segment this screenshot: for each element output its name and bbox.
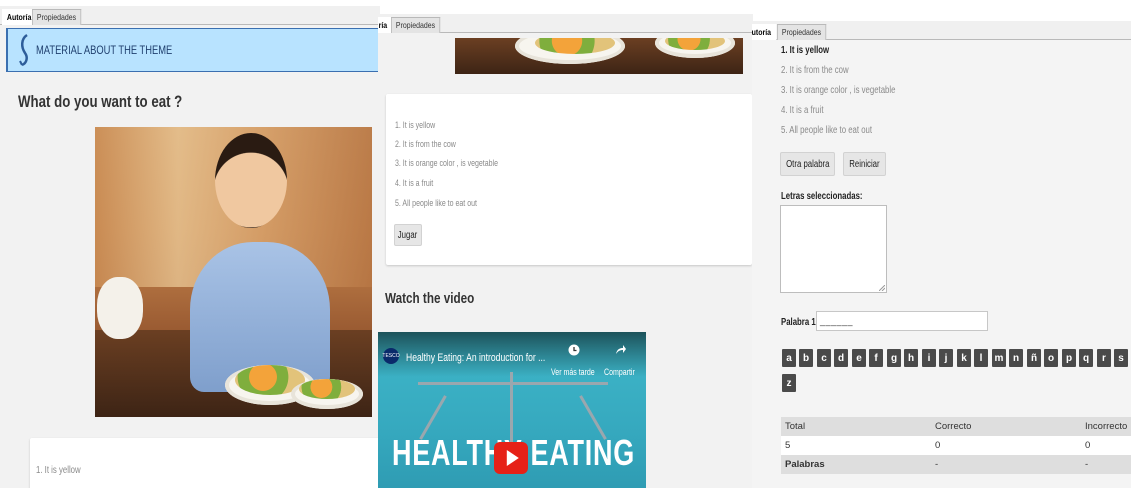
watch-later-label[interactable]: Ver más tarde (551, 367, 595, 377)
letter-button-n[interactable]: n (1009, 349, 1023, 367)
table-cell: - (1085, 459, 1089, 470)
clue-item: 1. It is yellow (395, 120, 436, 130)
letter-button-i[interactable]: i (922, 349, 936, 367)
clue-item: 1. It is yellow (36, 465, 81, 476)
letter-button-p[interactable]: p (1062, 349, 1076, 367)
letter-button-j[interactable]: j (939, 349, 953, 367)
tab-bar: utoría Propiedades (752, 21, 1131, 40)
clock-icon[interactable] (568, 344, 580, 356)
clue-item: 2. It is from the cow (395, 139, 456, 149)
video-title[interactable]: Healthy Eating: An introduction for ... (406, 352, 545, 364)
letter-button-k[interactable]: k (957, 349, 971, 367)
letter-button-h[interactable]: h (904, 349, 918, 367)
table-cell: - (935, 459, 939, 470)
play-button[interactable]: Jugar (394, 224, 422, 246)
table-header-correct: Correcto (935, 421, 972, 432)
table-cell: 0 (1085, 440, 1091, 451)
tab-bar: Autoría Propiedades (0, 6, 380, 25)
letter-button-q[interactable]: q (1079, 349, 1093, 367)
tab-authoring[interactable]: ría (378, 17, 393, 33)
table-row: 5 0 0 (781, 436, 1131, 455)
table-row: Total Correcto Incorrecto (781, 417, 1131, 436)
video-heading: Watch the video (385, 290, 475, 307)
letter-button-enye[interactable]: ñ (1027, 349, 1041, 367)
material-header: MATERIAL ABOUT THE THEME (6, 28, 380, 72)
clue-item[interactable]: 3. It is orange color , is vegetable (781, 85, 895, 96)
video-player[interactable]: TESCO Healthy Eating: An introduction fo… (378, 332, 646, 488)
clue-card: 1. It is yellow 2. It is from the cow 3.… (386, 94, 752, 265)
word-label: Palabra 1: (781, 317, 819, 328)
tab-authoring[interactable]: utoría (752, 24, 776, 40)
clue-item[interactable]: 5. All people like to eat out (781, 125, 872, 136)
tab-bar: ría Propiedades (378, 14, 753, 33)
table-cell: 5 (785, 440, 791, 451)
bookmark-icon (19, 33, 28, 67)
tab-properties[interactable]: Propiedades (777, 24, 826, 40)
food-photo (95, 127, 372, 417)
score-table: Total Correcto Incorrecto 5 0 0 Palabras… (781, 417, 1131, 474)
right-panel: utoría Propiedades 1. It is yellow 2. It… (752, 21, 1131, 488)
clue-card: 1. It is yellow (30, 438, 380, 488)
restart-button[interactable]: Reiniciar (843, 152, 886, 176)
clue-item-selected[interactable]: 1. It is yellow (781, 45, 829, 56)
letter-button-f[interactable]: f (869, 349, 883, 367)
clue-item: 4. It is a fruit (395, 178, 434, 188)
share-icon[interactable] (614, 344, 626, 356)
letter-button-m[interactable]: m (992, 349, 1006, 367)
table-header-total: Total (785, 421, 806, 432)
letter-button-r[interactable]: r (1097, 349, 1111, 367)
material-header-title: MATERIAL ABOUT THE THEME (36, 43, 173, 57)
letter-button-z[interactable]: z (782, 374, 796, 392)
middle-panel: ría Propiedades 1. It is yellow 2. It is… (378, 14, 753, 488)
letter-button-d[interactable]: d (834, 349, 848, 367)
table-header-incorrect: Incorrecto (1085, 421, 1128, 432)
letter-button-l[interactable]: l (974, 349, 988, 367)
play-icon[interactable] (494, 442, 528, 474)
letter-button-o[interactable]: o (1044, 349, 1058, 367)
other-word-button[interactable]: Otra palabra (780, 152, 835, 176)
letter-button-s[interactable]: s (1114, 349, 1128, 367)
clue-item[interactable]: 4. It is a fruit (781, 105, 823, 116)
letter-button-b[interactable]: b (799, 349, 813, 367)
letter-button-e[interactable]: e (852, 349, 866, 367)
table-cell: 0 (935, 440, 941, 451)
page-heading: What do you want to eat ? (18, 92, 183, 111)
word-input[interactable]: _ _ _ _ _ _ (816, 311, 988, 331)
letter-button-a[interactable]: a (782, 349, 796, 367)
table-row: Palabras - - (781, 455, 1131, 474)
selected-letters-label: Letras seleccionadas: (781, 191, 863, 202)
clue-item: 5. All people like to eat out (395, 198, 477, 208)
letter-button-c[interactable]: c (817, 349, 831, 367)
clue-item[interactable]: 2. It is from the cow (781, 65, 849, 76)
table-cell: Palabras (785, 459, 825, 470)
letter-button-g[interactable]: g (887, 349, 901, 367)
tab-properties[interactable]: Propiedades (391, 17, 440, 33)
food-photo-cropped (455, 38, 743, 74)
resize-handle-icon[interactable] (879, 285, 885, 291)
selected-letters-textarea[interactable] (780, 205, 887, 293)
left-panel: Autoría Propiedades MATERIAL ABOUT THE T… (0, 6, 380, 488)
channel-logo[interactable]: TESCO (382, 348, 400, 364)
share-label[interactable]: Compartir (604, 367, 635, 377)
clue-item: 3. It is orange color , is vegetable (395, 158, 499, 168)
tab-properties[interactable]: Propiedades (32, 9, 81, 25)
